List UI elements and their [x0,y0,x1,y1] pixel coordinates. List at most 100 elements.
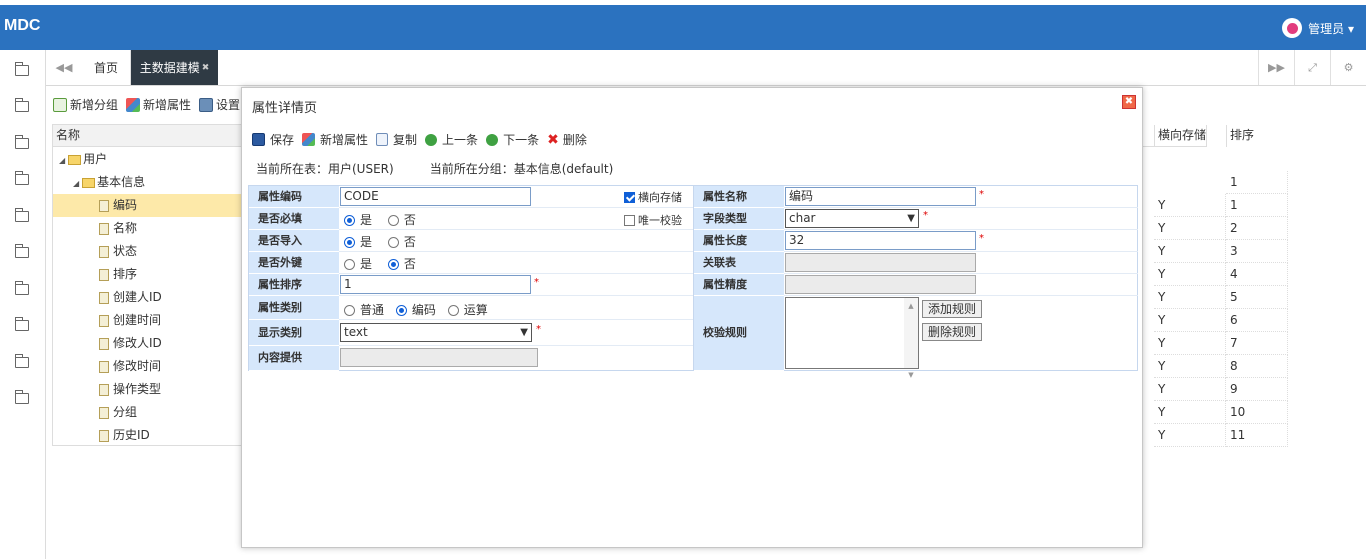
add-attribute-icon [126,98,141,112]
add-rule-button[interactable]: 添加规则 [922,300,983,318]
expand-icon[interactable]: ◢ [59,150,65,172]
hstore-cell: Y [1154,240,1226,263]
user-name[interactable]: 管理员 ▾ [1308,20,1354,37]
attr-type-radio-group: 普通 编码 运算 [344,301,488,318]
folder-icon[interactable] [15,317,29,331]
folder-icon[interactable] [15,98,29,112]
table-row[interactable]: 修改时间 [53,355,242,378]
attribute-detail-dialog: 属性详情页 ✖ 保存 新增属性 复制 上一条 下一条 ✖ 删除 当前所在表：用户(… [241,87,1143,548]
fk-yes-radio[interactable]: 是 [344,257,372,271]
delete-button[interactable]: ✖ 删除 [547,131,587,148]
add-group-icon [53,98,67,112]
table-row[interactable]: 名称 [53,217,242,240]
code-label: 属性编码 [249,186,339,208]
folder-icon[interactable] [15,171,29,185]
attr-type-normal-radio[interactable]: 普通 [344,303,384,317]
sort-cell: 11 [1226,424,1288,447]
folder-icon[interactable] [15,208,29,222]
folder-icon[interactable] [15,135,29,149]
hstore-cell: Y [1154,217,1226,240]
col-name-header[interactable]: 名称 [53,125,242,147]
hstore-cell: Y [1154,401,1226,424]
table-row[interactable]: 分组 [53,401,242,424]
dialog-title: 属性详情页 [252,101,318,116]
next-button[interactable]: 下一条 [486,131,539,148]
file-icon [99,314,109,327]
arrow-up-icon [425,133,438,146]
import-yes-radio[interactable]: 是 [344,235,372,249]
folder-icon[interactable] [15,62,29,76]
attr-type-calc-radio[interactable]: 运算 [447,303,488,317]
table-row[interactable]: 历史ID [53,424,242,447]
close-icon[interactable]: ✖ [202,63,210,73]
sort-cell: 10 [1226,401,1288,424]
copy-button[interactable]: 复制 [376,131,417,148]
file-icon [99,360,109,373]
delete-rule-button[interactable]: 删除规则 [922,323,983,341]
table-row[interactable]: 操作类型 [53,378,242,401]
validation-rule-list[interactable]: ▲ ▼ [785,297,919,379]
required-no-radio[interactable]: 否 [387,213,416,227]
folder-icon[interactable] [15,244,29,258]
gear-icon[interactable]: ⚙ [1330,50,1366,85]
table-row[interactable]: 状态 [53,240,242,263]
unique-checkbox[interactable]: 唯一校验 [624,212,682,228]
folder-icon[interactable] [15,281,29,295]
current-table: 当前所在表：用户(USER) [256,162,394,176]
folder-icon[interactable] [15,390,29,404]
add-attribute-button[interactable]: 新增属性 [126,96,191,113]
scroll-right-icon[interactable]: ▶▶ [1258,50,1294,85]
display-type-select[interactable]: text ▼ [340,323,532,342]
expand-icon[interactable]: ◢ [73,173,79,195]
save-button[interactable]: 保存 [252,131,294,148]
avatar [1282,18,1303,38]
sort-cell: 5 [1226,286,1288,309]
prev-button[interactable]: 上一条 [425,131,478,148]
code-input[interactable]: CODE [340,187,531,206]
tab-master-data-modeling[interactable]: 主数据建模 ✖ [131,50,218,85]
tab-label: 主数据建模 [139,61,200,75]
display-type-label: 显示类别 [249,320,339,346]
required-yes-radio[interactable]: 是 [344,213,372,227]
name-input[interactable]: 编码 [785,187,976,206]
required-label: 是否必填 [249,208,339,230]
hstore-cell: Y [1154,378,1226,401]
add-attribute-button[interactable]: 新增属性 [302,131,368,148]
sort-cell: 4 [1226,263,1288,286]
table-row[interactable]: 排序 [53,263,242,286]
sort-cell: 9 [1226,378,1288,401]
folder-icon[interactable] [15,354,29,368]
user-menu[interactable]: 管理员 ▾ [1282,18,1354,38]
add-group-button[interactable]: 新增分组 [53,96,118,113]
table-row[interactable]: 创建人ID [53,286,242,309]
required-marker: * [979,233,984,244]
col-sort-header[interactable]: 排序 [1226,125,1288,147]
name-label: 属性名称 [694,186,784,208]
tree-node-group[interactable]: ◢ 基本信息 [53,171,242,194]
scrollbar[interactable]: ▲ ▼ [904,298,918,379]
tab-home[interactable]: 首页 [82,50,131,85]
scroll-left-icon[interactable]: ◀◀ [46,50,82,85]
settings-button[interactable]: 设置 [199,96,240,113]
group-sort-cell: 1 [1226,171,1288,194]
hstore-cell: Y [1154,355,1226,378]
close-icon[interactable]: ✖ [1122,95,1136,109]
length-input[interactable]: 32 [785,231,976,250]
required-marker: * [923,210,928,221]
required-radio-group: 是 否 [344,211,416,228]
attr-type-code-radio[interactable]: 编码 [395,303,436,317]
foreign-key-radio-group: 是 否 [344,255,416,272]
tree-node-user[interactable]: ◢ 用户 [53,148,242,171]
col-hstore-header[interactable]: 横向存储 [1154,125,1226,147]
table-row[interactable]: 创建时间 [53,309,242,332]
hstore-checkbox[interactable]: 横向存储 [624,189,682,205]
fullscreen-icon[interactable]: ⤢ [1294,50,1330,85]
file-icon [99,291,109,304]
fk-no-radio[interactable]: 否 [387,257,416,271]
top-header: MDC 管理员 ▾ [0,5,1366,50]
sort-input[interactable]: 1 [340,275,531,294]
table-row[interactable]: 修改人ID [53,332,242,355]
required-marker: * [534,277,539,288]
field-type-select[interactable]: char ▼ [785,209,919,228]
import-no-radio[interactable]: 否 [387,235,416,249]
